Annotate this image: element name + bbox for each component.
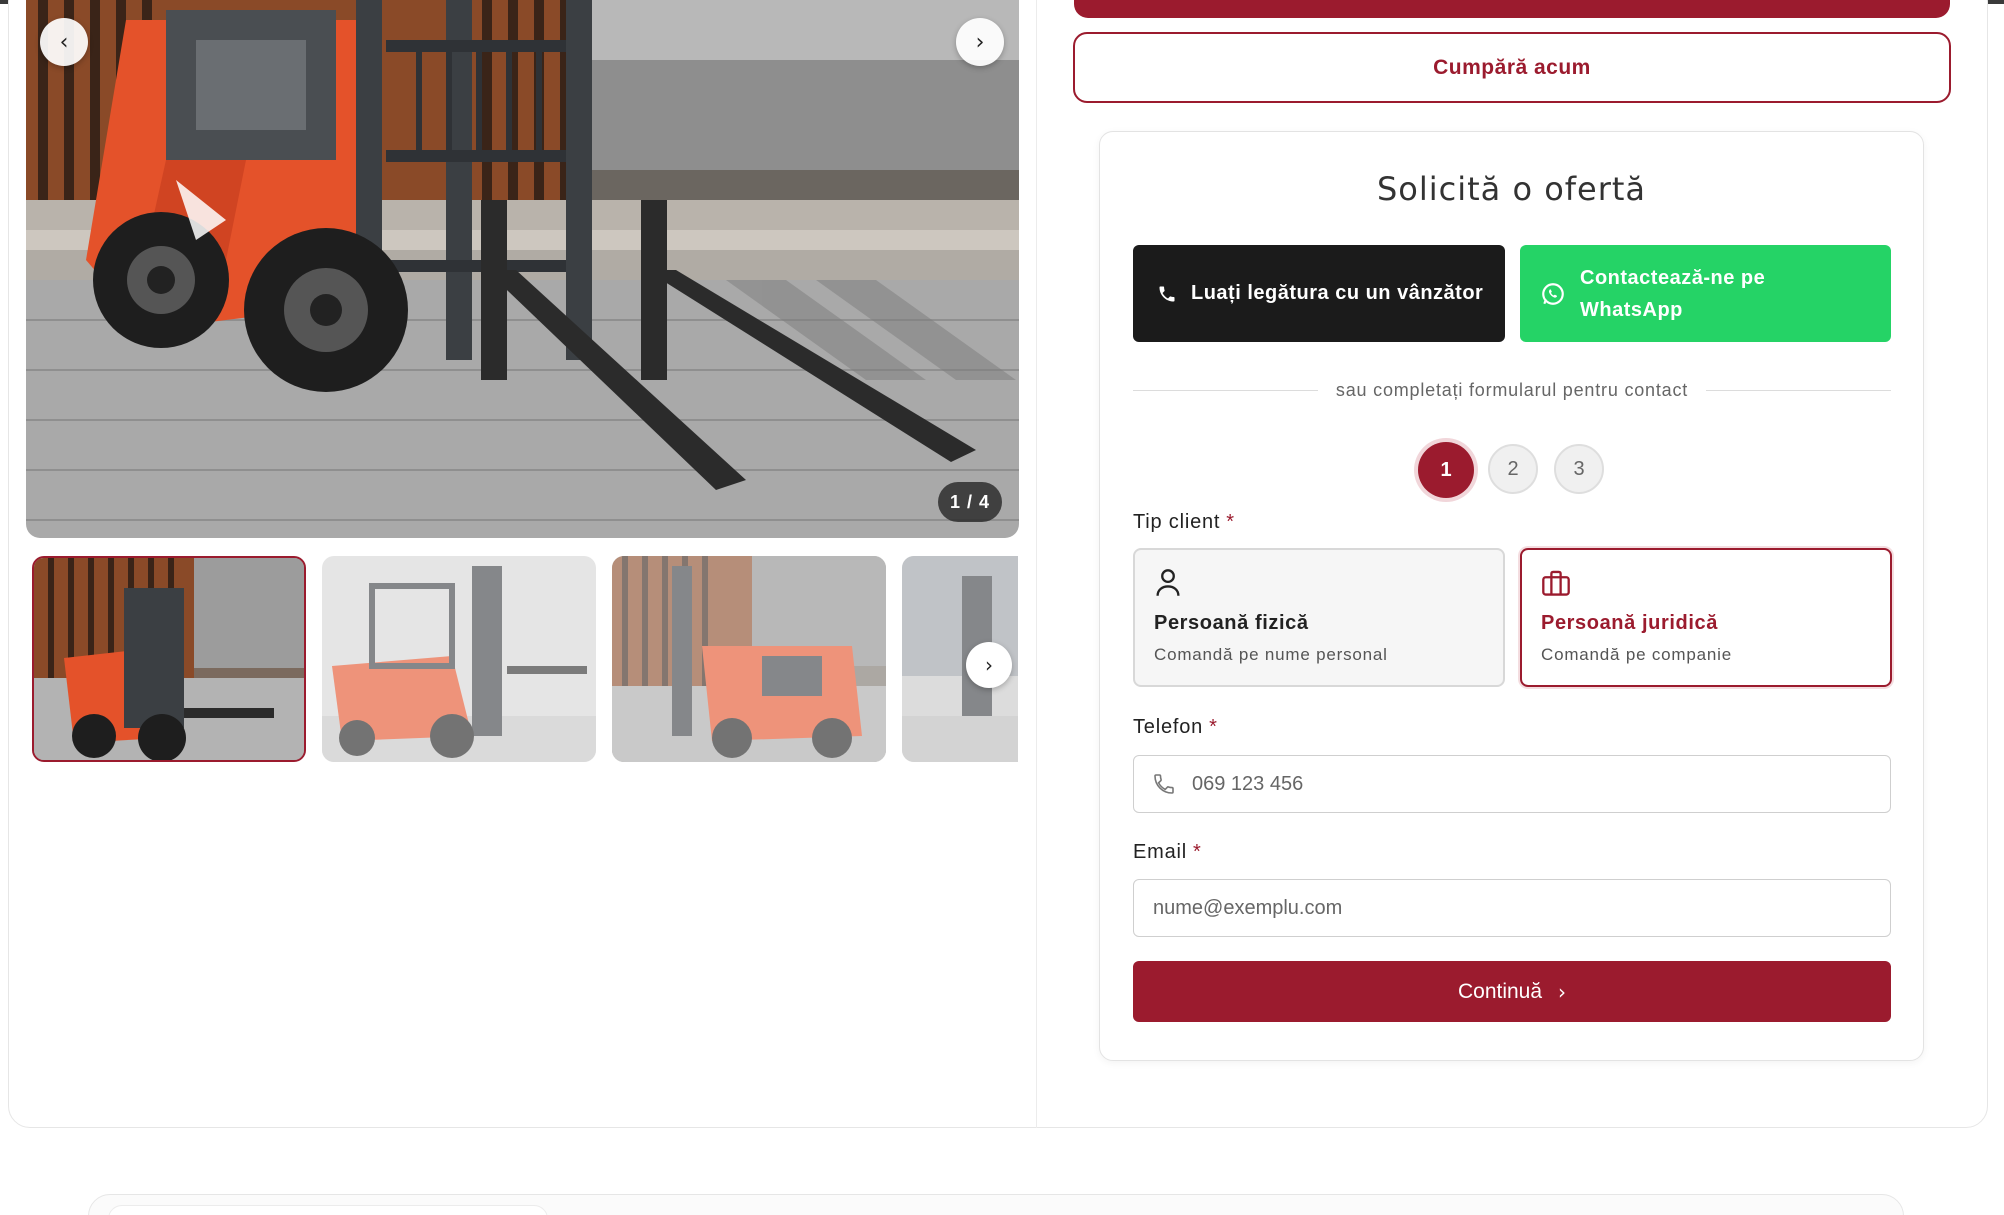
client-option-subtitle: Comandă pe companie	[1541, 645, 1732, 664]
contact-seller-button[interactable]: Luați legătura cu un vânzător	[1133, 245, 1505, 342]
phone-label-text: Telefon	[1133, 716, 1204, 738]
client-type-label-text: Tip client	[1133, 511, 1221, 533]
user-icon	[1154, 568, 1485, 600]
continue-label: Continuă	[1457, 979, 1543, 1003]
step-3[interactable]: 3	[1554, 444, 1604, 494]
thumbnail-3[interactable]	[612, 556, 886, 762]
client-option-company[interactable]: Persoană juridică Comandă pe companie	[1520, 548, 1892, 687]
required-mark: *	[1209, 716, 1218, 738]
continue-button[interactable]: Continuă ›	[1133, 961, 1891, 1022]
form-steps: 1 2 3	[1100, 442, 1923, 500]
thumbnail-2[interactable]	[322, 556, 596, 762]
whatsapp-icon	[1540, 281, 1566, 307]
gallery-next-button[interactable]: ›	[956, 18, 1004, 66]
phone-input[interactable]	[1192, 756, 1890, 812]
client-option-title: Persoană juridică	[1541, 612, 1718, 634]
column-divider	[1036, 0, 1037, 1128]
email-input[interactable]	[1153, 880, 1890, 936]
step-1[interactable]: 1	[1418, 442, 1474, 498]
divider-line-right	[1706, 389, 1892, 391]
email-label: Email *	[1133, 841, 1202, 864]
required-mark: *	[1193, 841, 1202, 863]
whatsapp-label-line1: Contactează-ne pe	[1580, 266, 1766, 289]
client-type-label: Tip client *	[1133, 511, 1235, 534]
step-2[interactable]: 2	[1488, 444, 1538, 494]
thumbnail-strip	[32, 556, 1018, 766]
phone-label: Telefon *	[1133, 716, 1218, 739]
divider-text: sau completați formularul pentru contact	[1335, 379, 1689, 400]
phone-icon	[1157, 284, 1177, 304]
email-label-text: Email	[1133, 841, 1188, 863]
whatsapp-label-line2: WhatsApp	[1580, 298, 1683, 321]
gallery-prev-button[interactable]: ‹	[40, 18, 88, 66]
contact-seller-label: Luați legătura cu un vânzător	[1191, 282, 1484, 304]
thumbnails-next-button[interactable]: ›	[966, 642, 1012, 688]
buy-now-button[interactable]: Cumpără acum	[1073, 32, 1951, 103]
whatsapp-button[interactable]: Contactează-ne pe WhatsApp	[1520, 245, 1891, 342]
chevron-right-icon: ›	[985, 653, 993, 677]
main-product-photo[interactable]	[26, 0, 1019, 538]
briefcase-icon	[1541, 568, 1872, 600]
offer-request-card: Solicită o ofertă Luați legătura cu un v…	[1099, 131, 1924, 1061]
client-option-subtitle: Comandă pe nume personal	[1154, 645, 1388, 664]
thumbnail-1[interactable]	[32, 556, 306, 762]
client-option-title: Persoană fizică	[1154, 612, 1309, 634]
add-to-cart-button[interactable]	[1074, 0, 1950, 18]
next-section-tab[interactable]	[108, 1205, 548, 1215]
offer-title: Solicită o ofertă	[1376, 170, 1647, 208]
chevron-right-icon: ›	[975, 29, 985, 55]
chevron-left-icon: ‹	[59, 29, 69, 55]
chevron-right-icon: ›	[1558, 979, 1567, 1004]
form-divider: sau completați formularul pentru contact	[1133, 375, 1892, 405]
client-option-individual[interactable]: Persoană fizică Comandă pe nume personal	[1133, 548, 1505, 687]
phone-icon	[1152, 772, 1176, 796]
required-mark: *	[1226, 511, 1235, 533]
divider-line-left	[1133, 389, 1318, 391]
phone-field[interactable]	[1133, 755, 1891, 813]
email-field[interactable]	[1133, 879, 1891, 937]
gallery-counter: 1 / 4	[938, 482, 1002, 522]
